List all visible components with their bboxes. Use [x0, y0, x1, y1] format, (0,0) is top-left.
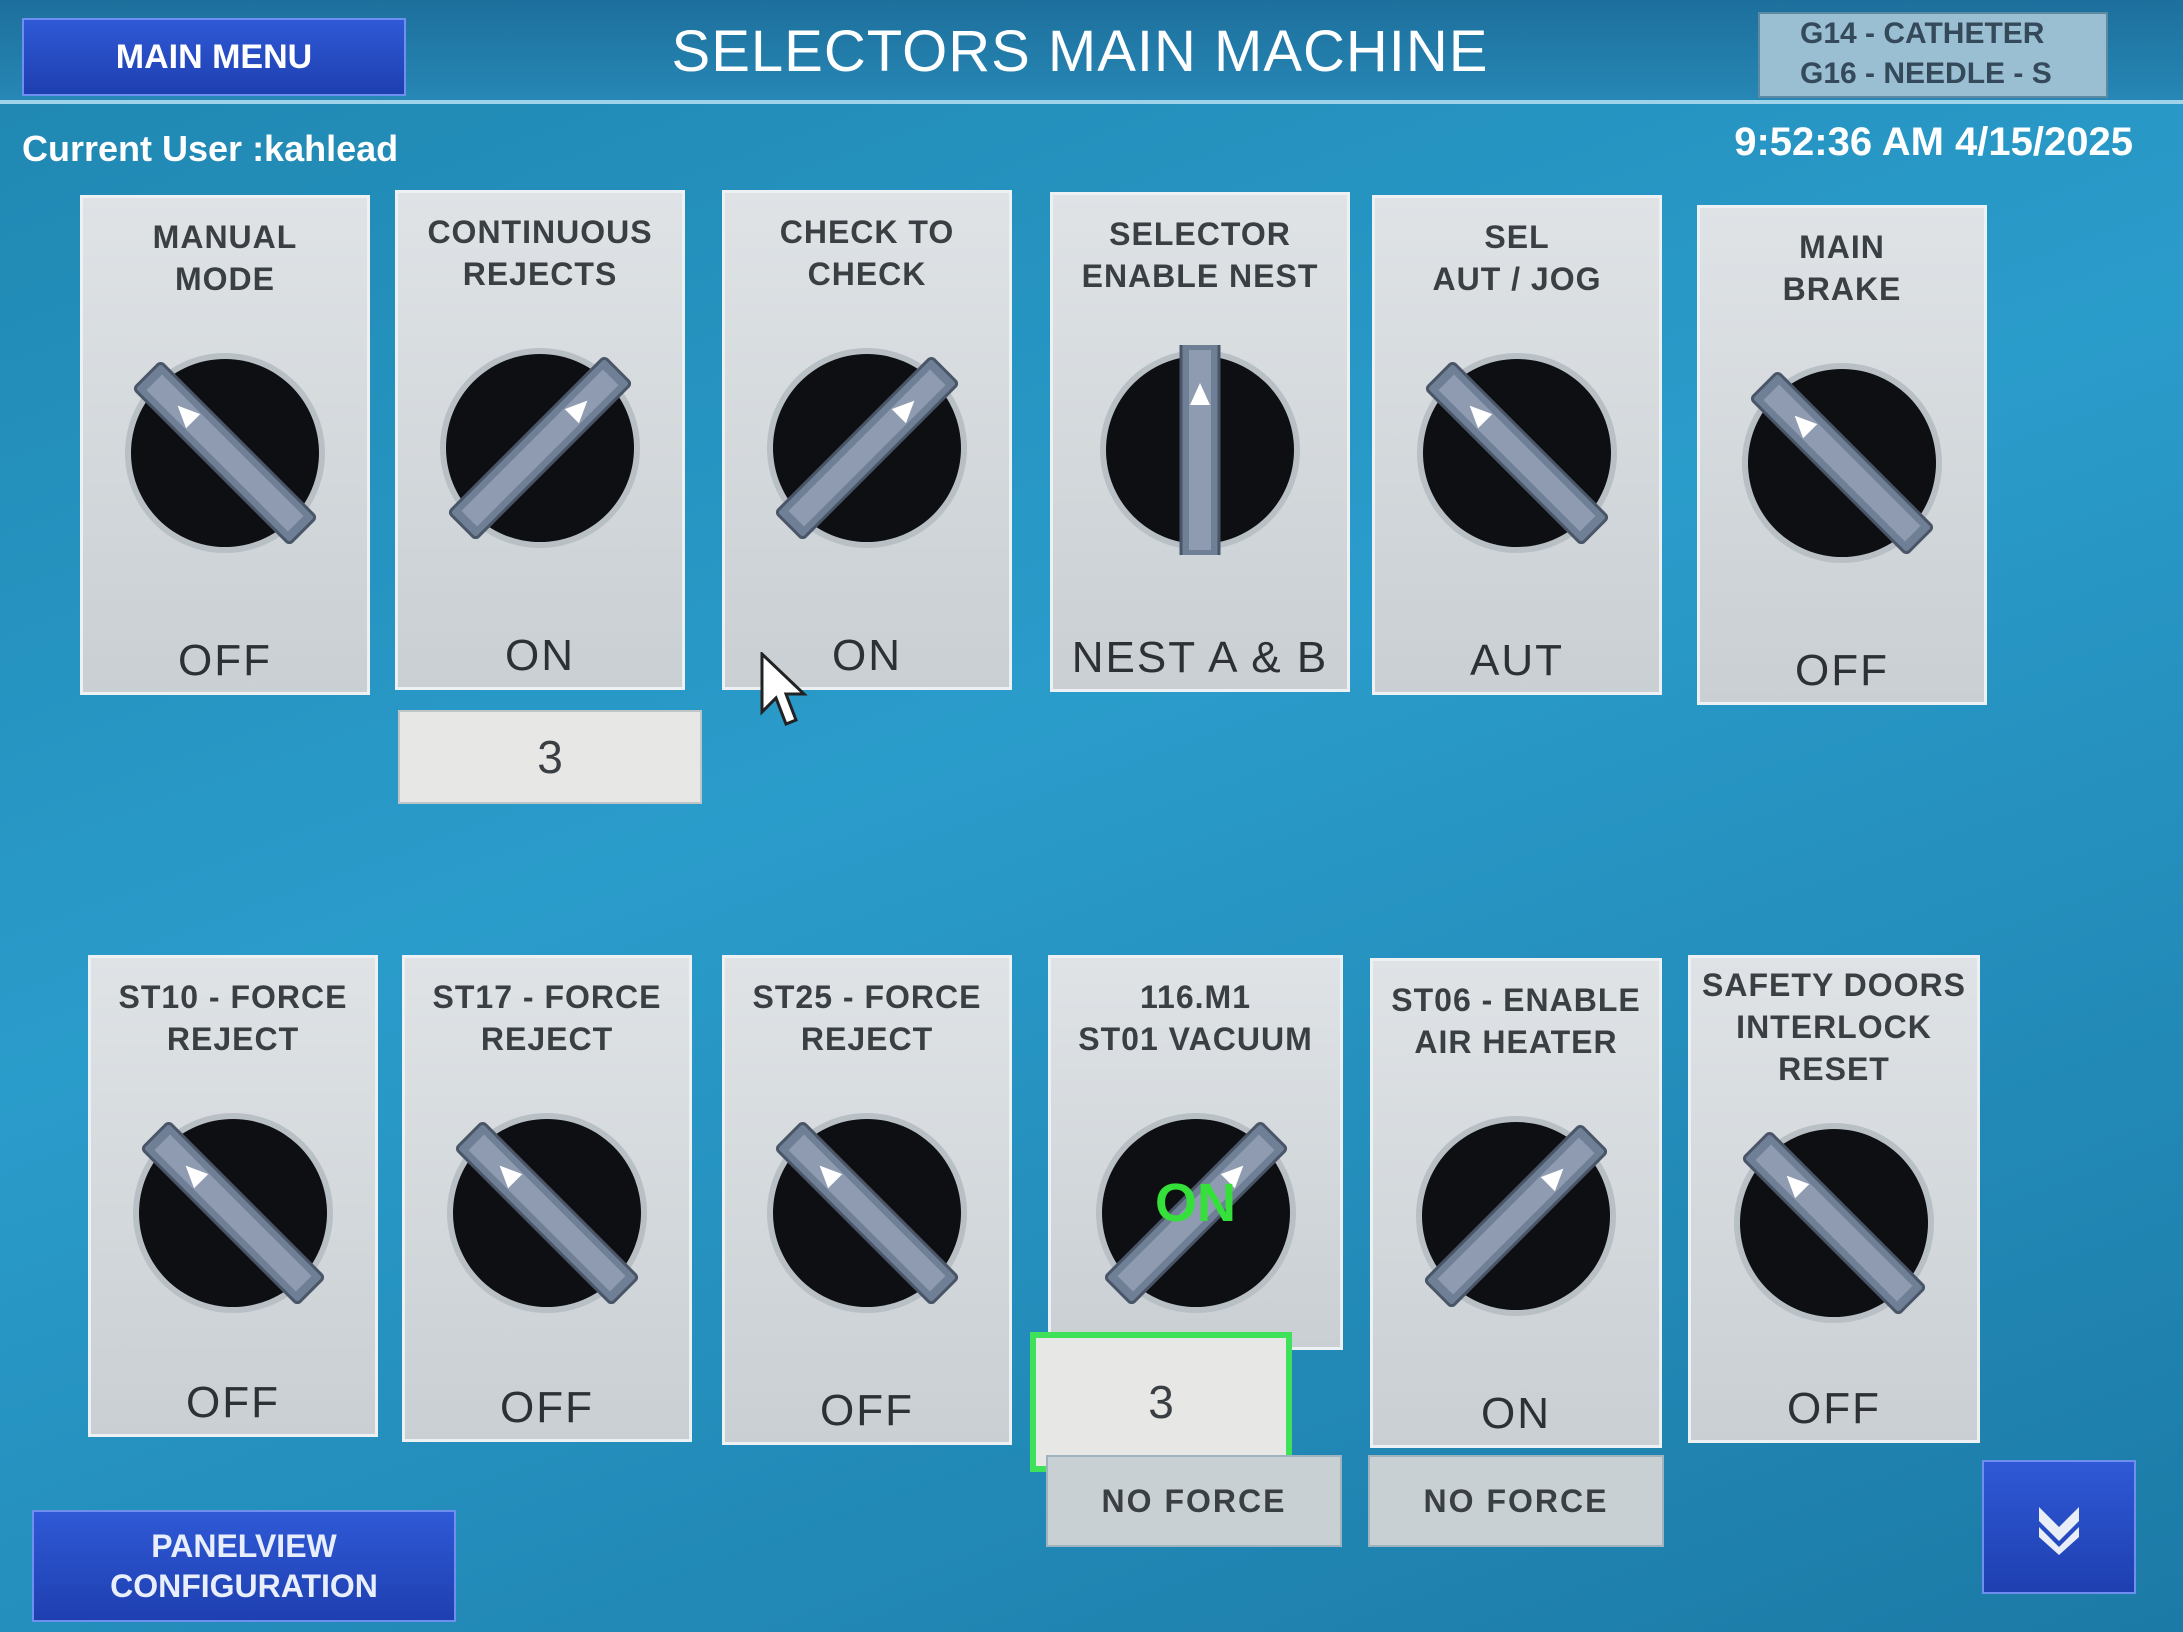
selector-st06-air-heater[interactable]: ST06 - ENABLE AIR HEATER ON — [1370, 958, 1662, 1448]
main-menu-button[interactable]: MAIN MENU — [22, 18, 406, 96]
selector-state: NEST A & B — [1071, 633, 1329, 682]
selector-manual-mode[interactable]: MANUAL MODE OFF — [80, 195, 370, 695]
rotary-selector-icon[interactable] — [442, 1108, 652, 1318]
selector-state: OFF — [186, 1378, 280, 1427]
selector-label: SEL AUT / JOG — [1432, 219, 1602, 297]
selector-label: CONTINUOUS REJECTS — [427, 214, 653, 292]
rotary-selector-icon[interactable] — [1729, 1118, 1939, 1328]
selector-safety-doors-reset[interactable]: SAFETY DOORS INTERLOCK RESET OFF — [1688, 955, 1980, 1443]
vacuum-on-indicator: ON — [1155, 1173, 1236, 1233]
selector-state: AUT — [1470, 636, 1564, 685]
selector-st17-force-reject[interactable]: ST17 - FORCE REJECT OFF — [402, 955, 692, 1442]
rotary-selector-icon[interactable] — [1737, 358, 1947, 568]
rotary-selector-icon[interactable] — [128, 1108, 338, 1318]
selector-check-to-check[interactable]: CHECK TO CHECK ON — [722, 190, 1012, 690]
rotary-selector-icon[interactable] — [1411, 1111, 1621, 1321]
product-line-2: G16 - NEEDLE - S — [1800, 57, 2052, 90]
selector-state: OFF — [178, 636, 272, 685]
vacuum-counter[interactable]: 3 — [1030, 1332, 1292, 1472]
page-title: SELECTORS MAIN MACHINE — [671, 19, 1489, 84]
rotary-selector-icon[interactable] — [120, 348, 330, 558]
selector-label: 116.M1 ST01 VACUUM — [1078, 979, 1313, 1057]
mouse-pointer-icon — [760, 652, 808, 726]
product-line-1: G14 - CATHETER — [1800, 17, 2045, 50]
selector-state: OFF — [500, 1383, 594, 1432]
next-page-button[interactable] — [1982, 1460, 2136, 1594]
selector-state: ON — [505, 631, 575, 680]
next-page-arrow-icon — [2039, 1507, 2079, 1555]
selector-st01-vacuum[interactable]: 116.M1 ST01 VACUUM ON — [1048, 955, 1343, 1350]
rotary-selector-icon[interactable] — [762, 343, 972, 553]
selector-label: ST06 - ENABLE AIR HEATER — [1391, 982, 1641, 1060]
selector-label: ST25 - FORCE REJECT — [752, 979, 982, 1057]
current-user: Current User :kahlead — [22, 128, 399, 169]
rotary-selector-icon[interactable] — [762, 1108, 972, 1318]
datetime: 9:52:36 AM 4/15/2025 — [1734, 120, 2133, 164]
selector-label: SAFETY DOORS INTERLOCK RESET — [1702, 967, 1966, 1087]
selector-state: OFF — [1787, 1384, 1881, 1433]
selector-label: MANUAL MODE — [152, 219, 298, 297]
rotary-selector-icon[interactable] — [435, 343, 645, 553]
force-status-air-heater: NO FORCE — [1368, 1455, 1664, 1547]
selector-label: ST10 - FORCE REJECT — [118, 979, 348, 1057]
product-indicator: G14 - CATHETER G16 - NEEDLE - S — [1758, 12, 2108, 98]
selector-main-brake[interactable]: MAIN BRAKE OFF — [1697, 205, 1987, 705]
selector-continuous-rejects[interactable]: CONTINUOUS REJECTS ON — [395, 190, 685, 690]
header-bar: MAIN MENU SELECTORS MAIN MACHINE G14 - C… — [0, 0, 2183, 104]
selector-st10-force-reject[interactable]: ST10 - FORCE REJECT OFF — [88, 955, 378, 1437]
selector-enable-nest[interactable]: SELECTOR ENABLE NEST NEST A & B — [1050, 192, 1350, 692]
selector-label: SELECTOR ENABLE NEST — [1081, 216, 1319, 294]
continuous-rejects-counter[interactable]: 3 — [398, 710, 702, 804]
rotary-selector-icon[interactable] — [1412, 348, 1622, 558]
rotary-selector-icon[interactable] — [1095, 345, 1305, 555]
selector-state: ON — [1481, 1389, 1551, 1438]
hmi-screen: MAIN MENU SELECTORS MAIN MACHINE G14 - C… — [0, 0, 2183, 1632]
panelview-configuration-button[interactable]: PANELVIEW CONFIGURATION — [32, 1510, 456, 1622]
selector-label: CHECK TO CHECK — [779, 214, 955, 292]
selector-st25-force-reject[interactable]: ST25 - FORCE REJECT OFF — [722, 955, 1012, 1445]
selector-state: OFF — [820, 1386, 914, 1435]
selector-label: MAIN BRAKE — [1782, 229, 1902, 307]
selector-state: OFF — [1795, 646, 1889, 695]
selector-aut-jog[interactable]: SEL AUT / JOG AUT — [1372, 195, 1662, 695]
force-status-vacuum: NO FORCE — [1046, 1455, 1342, 1547]
selector-label: ST17 - FORCE REJECT — [432, 979, 662, 1057]
